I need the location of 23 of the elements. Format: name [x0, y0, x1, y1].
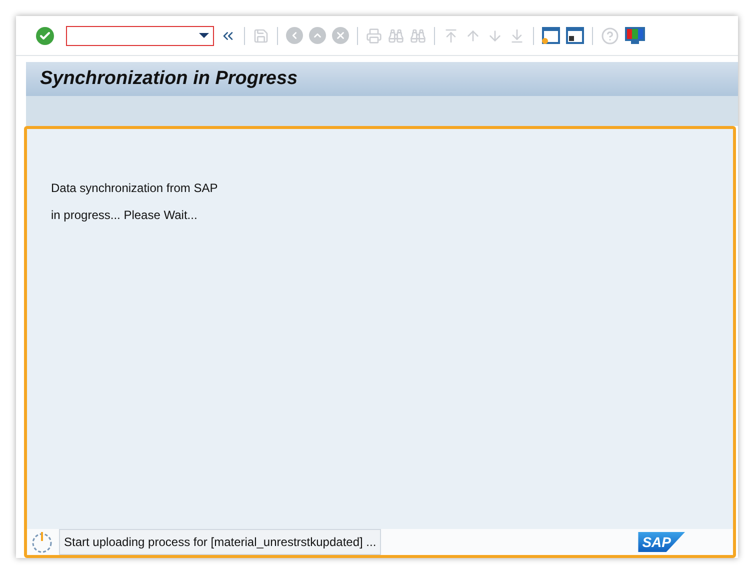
last-icon — [509, 28, 525, 44]
new-session-button[interactable] — [542, 27, 560, 44]
help-icon — [601, 26, 619, 44]
shortcut-button[interactable] — [566, 27, 584, 44]
find-icon — [388, 28, 404, 44]
findnext-icon — [410, 28, 426, 44]
message-text: in progress... Please Wait... — [51, 207, 198, 224]
status-message: Start uploading process for [material_unrestrstkupdated] ... — [59, 529, 382, 555]
prev-icon — [465, 28, 481, 44]
layout-button[interactable] — [625, 27, 645, 44]
dropdown-arrow-icon — [199, 33, 209, 38]
sap-logo: SAP — [638, 532, 685, 552]
check-icon — [39, 30, 51, 42]
print-icon — [366, 28, 382, 44]
screen-title: Synchronization in Progress — [40, 66, 298, 91]
message-text: Data synchronization from SAP — [51, 180, 219, 197]
busy-icon — [31, 531, 53, 553]
next-icon — [487, 28, 503, 44]
save-icon — [253, 28, 269, 44]
cross-icon — [335, 30, 346, 41]
command-field[interactable] — [66, 26, 214, 46]
first-icon — [443, 28, 459, 44]
enter-button[interactable] — [36, 26, 54, 44]
